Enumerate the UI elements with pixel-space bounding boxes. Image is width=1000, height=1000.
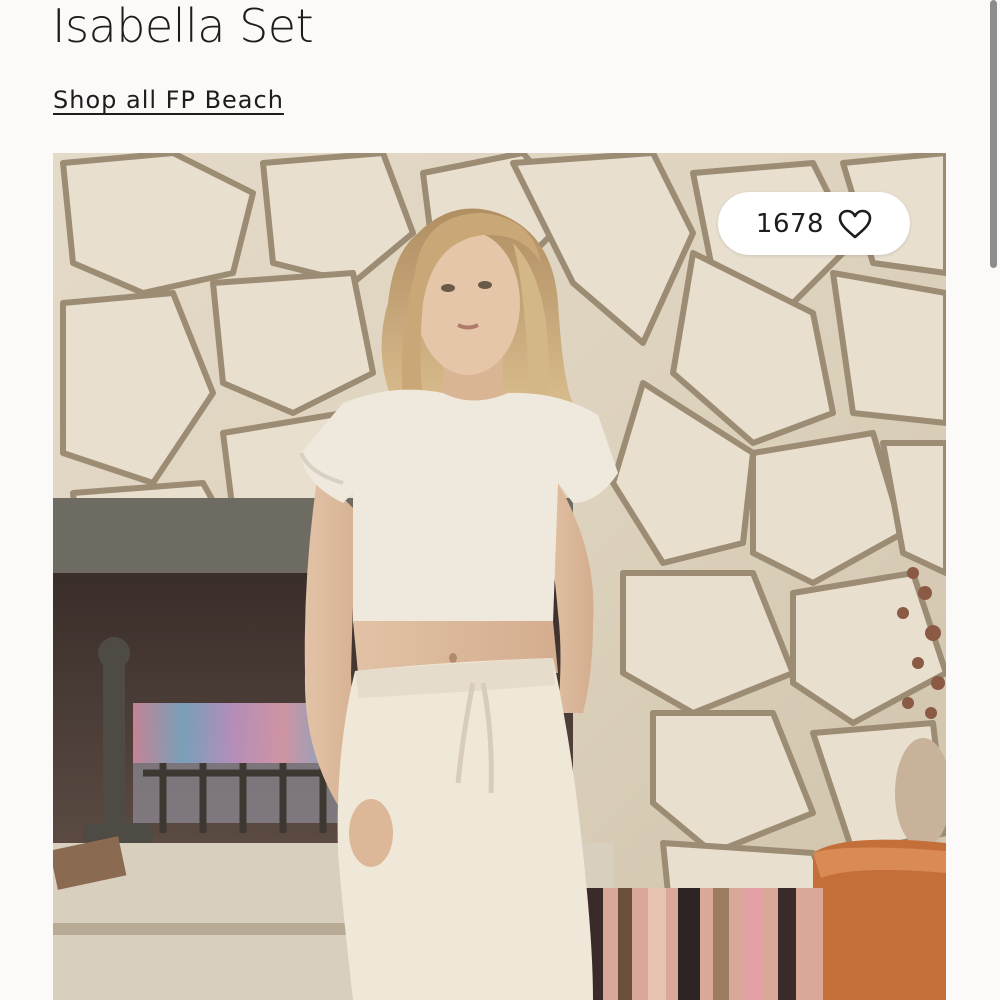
heart-outline-icon xyxy=(838,209,872,239)
scrollbar[interactable] xyxy=(986,0,1000,1000)
shop-all-link[interactable]: Shop all FP Beach xyxy=(53,86,284,114)
product-page: Isabella Set Shop all FP Beach 1678 xyxy=(0,0,1000,1000)
like-count: 1678 xyxy=(755,208,825,239)
scrollbar-thumb[interactable] xyxy=(990,0,997,268)
product-title: Isabella Set xyxy=(52,0,314,53)
product-image[interactable] xyxy=(53,153,946,1000)
product-photo xyxy=(53,153,946,1000)
like-button[interactable]: 1678 xyxy=(718,192,910,255)
